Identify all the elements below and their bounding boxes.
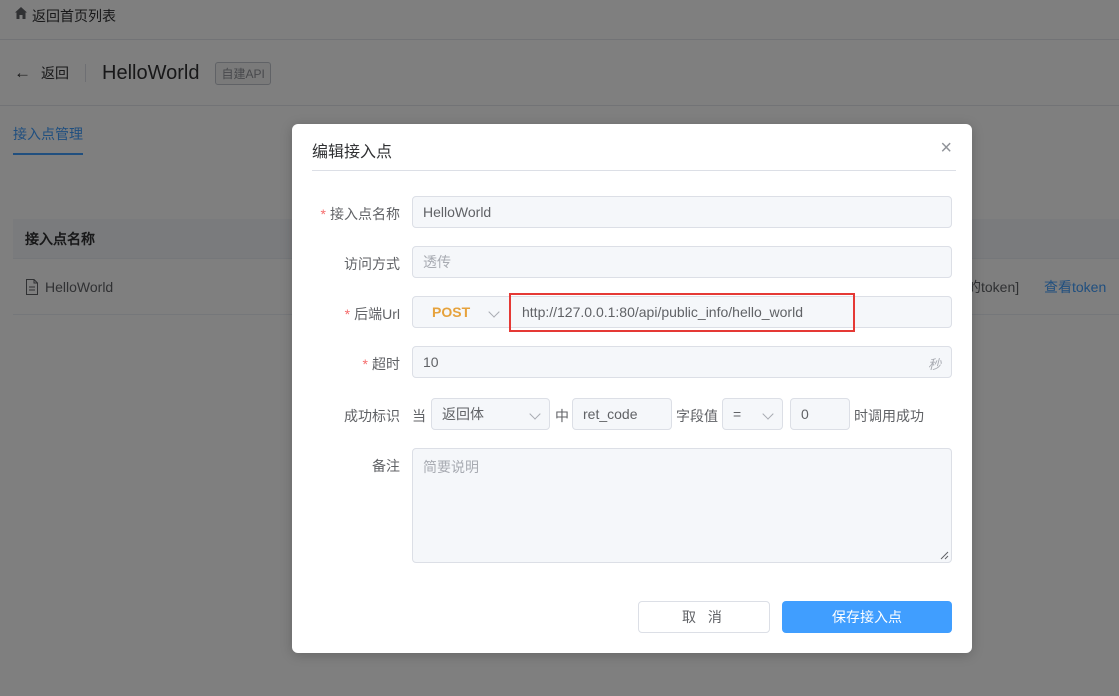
http-method-select[interactable]: POST bbox=[412, 296, 509, 328]
field-value-text: 字段值 bbox=[676, 408, 718, 424]
close-icon[interactable]: × bbox=[940, 138, 952, 158]
operator-select[interactable]: = bbox=[722, 398, 783, 430]
chevron-down-icon bbox=[529, 408, 541, 420]
success-field-input[interactable]: ret_code bbox=[572, 398, 672, 430]
field-label-backend-url: * 后端Url bbox=[344, 306, 400, 322]
field-label-success: 成功标识 bbox=[344, 408, 400, 424]
save-endpoint-button[interactable]: 保存接入点 bbox=[782, 601, 952, 633]
cancel-button[interactable]: 取 消 bbox=[638, 601, 770, 633]
chevron-down-icon bbox=[488, 306, 500, 318]
success-in-text: 中 bbox=[555, 408, 569, 424]
access-method-input[interactable]: 透传 bbox=[412, 246, 952, 278]
highlight-annotation bbox=[509, 293, 855, 332]
field-label-remark: 备注 bbox=[372, 458, 400, 474]
chevron-down-icon bbox=[762, 408, 774, 420]
edit-endpoint-dialog: 编辑接入点 × * 接入点名称 HelloWorld 访问方式 透传 * 后端Url… bbox=[292, 124, 972, 653]
divider bbox=[312, 170, 956, 171]
field-label-access: 访问方式 bbox=[344, 256, 400, 272]
endpoint-name-input[interactable]: HelloWorld bbox=[412, 196, 952, 228]
timeout-value: 10 bbox=[423, 354, 439, 370]
success-value-input[interactable]: 0 bbox=[790, 398, 850, 430]
timeout-input[interactable]: 10 秒 bbox=[412, 346, 952, 378]
timeout-unit: 秒 bbox=[927, 357, 941, 372]
dialog-title: 编辑接入点 bbox=[312, 144, 393, 161]
remark-textarea[interactable]: 简要说明 bbox=[412, 448, 952, 563]
success-source-select[interactable]: 返回体 bbox=[431, 398, 550, 430]
success-suffix-text: 时调用成功 bbox=[854, 408, 924, 424]
success-when-text: 当 bbox=[412, 408, 426, 424]
field-label-name: * 接入点名称 bbox=[320, 206, 400, 222]
http-method-value: POST bbox=[432, 304, 471, 320]
field-label-timeout: * 超时 bbox=[362, 356, 400, 372]
remark-placeholder: 简要说明 bbox=[423, 459, 479, 475]
resize-handle-icon[interactable] bbox=[939, 550, 949, 560]
